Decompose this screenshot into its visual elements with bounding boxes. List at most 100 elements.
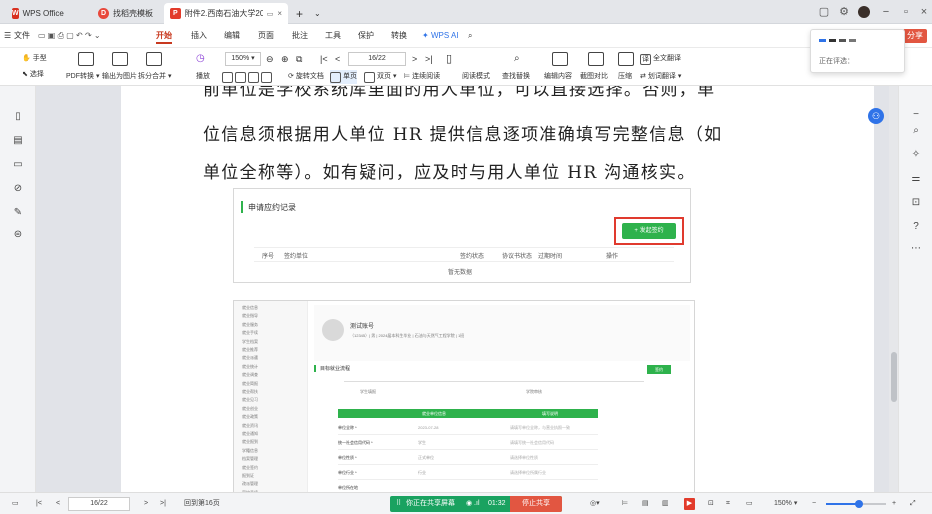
select-tool-button[interactable]: ⬉ 选择 bbox=[22, 68, 44, 82]
form-sidebar-item[interactable]: 学生档案 bbox=[242, 339, 258, 345]
zoom-slider[interactable] bbox=[826, 500, 886, 508]
maximize-icon[interactable]: ▫ bbox=[898, 4, 914, 20]
initiate-sign-button[interactable]: + 发起签约 bbox=[622, 223, 676, 239]
wps-ai-button[interactable]: ✦ WPS AI bbox=[422, 28, 459, 44]
bookmark-icon[interactable]: ▯ bbox=[11, 110, 25, 124]
menu-insert[interactable]: 插入 bbox=[191, 28, 207, 44]
collapse-icon[interactable]: − bbox=[909, 108, 923, 122]
window-close-icon[interactable]: × bbox=[916, 4, 932, 20]
rotate-button[interactable]: ⟳ 旋转文档 bbox=[288, 70, 324, 84]
form-sidebar-item[interactable]: 就业派遣 bbox=[242, 355, 258, 361]
screenshot-compare-button[interactable]: 截图对比 bbox=[580, 70, 608, 84]
ai-icon[interactable]: ✧ bbox=[909, 148, 923, 162]
tab-wps-office[interactable]: W WPS Office bbox=[6, 3, 64, 24]
last-page-icon[interactable]: >| bbox=[425, 52, 433, 66]
sidebar-toggle-icon[interactable]: ▭ bbox=[12, 498, 19, 510]
stop-share-button[interactable]: 停止共享 bbox=[510, 496, 562, 512]
zoom-select[interactable]: 150% ▾ bbox=[225, 52, 261, 66]
single-page-icon[interactable]: ▤ bbox=[642, 498, 649, 510]
form-sidebar-item[interactable]: 就业见习 bbox=[242, 397, 258, 403]
next-page-icon[interactable]: > bbox=[412, 52, 417, 66]
undo-icon[interactable]: ↶ bbox=[76, 31, 83, 40]
apply-button[interactable]: 签约 bbox=[647, 365, 671, 374]
more-icon[interactable]: ⋯ bbox=[909, 242, 923, 256]
tab-active-document[interactable]: P 附件2.西南石油大学2024届毕 ▭ × bbox=[164, 3, 288, 24]
thumbnail-icon[interactable]: ▤ bbox=[11, 134, 25, 148]
rotate-left-icon[interactable] bbox=[261, 71, 272, 83]
form-sidebar-item[interactable]: 就业创业 bbox=[242, 406, 258, 412]
form-row-value[interactable]: 正式单位 bbox=[418, 455, 434, 461]
comment-icon[interactable]: ▭ bbox=[11, 158, 25, 172]
split-merge-button[interactable]: 拆分合并 ▾ bbox=[138, 70, 172, 84]
menu-protect[interactable]: 保护 bbox=[358, 28, 374, 44]
list-icon[interactable] bbox=[839, 39, 846, 42]
signature-icon[interactable]: ✎ bbox=[11, 206, 25, 220]
prev-page-icon[interactable]: < bbox=[56, 498, 60, 510]
eye-protect-icon[interactable]: ◎▾ bbox=[590, 498, 600, 510]
fit-page-icon[interactable]: ⧉ bbox=[296, 52, 302, 66]
first-page-icon[interactable]: |< bbox=[320, 52, 328, 66]
menu-icon[interactable]: ☰ bbox=[4, 28, 11, 44]
first-page-icon[interactable]: |< bbox=[36, 498, 42, 510]
form-sidebar-item[interactable]: 就业信息 bbox=[242, 305, 258, 311]
form-sidebar-item[interactable]: 学籍信息 bbox=[242, 448, 258, 454]
fullscreen-icon[interactable]: ▭ bbox=[746, 498, 753, 510]
actual-size-icon[interactable]: ⌗ bbox=[726, 498, 730, 510]
line-style-icon[interactable] bbox=[829, 39, 836, 42]
chevron-down-icon[interactable]: ⌄ bbox=[94, 31, 101, 40]
continuous-read-button[interactable]: ⊨ 连续阅读 bbox=[404, 70, 440, 84]
search-icon[interactable]: ⌕ bbox=[468, 28, 472, 44]
form-sidebar-item[interactable]: 就业报到 bbox=[242, 439, 258, 445]
adjust-icon[interactable]: ⚌ bbox=[909, 172, 923, 186]
edit-content-button[interactable]: 编辑内容 bbox=[544, 70, 572, 84]
tab-list-button[interactable]: ⌄ bbox=[308, 3, 322, 24]
book-view-icon[interactable]: ▯ bbox=[446, 52, 452, 66]
actual-size-icon[interactable] bbox=[235, 71, 246, 83]
form-sidebar-item[interactable]: 就业统计 bbox=[242, 364, 258, 370]
form-row-value[interactable]: 2023-07-28 bbox=[418, 425, 438, 430]
form-sidebar-item[interactable]: 改派管理 bbox=[242, 481, 258, 487]
zoom-out-icon[interactable]: ⊖ bbox=[266, 52, 274, 66]
form-sidebar-item[interactable]: 就业简报 bbox=[242, 381, 258, 387]
form-sidebar-item[interactable]: 就业通知 bbox=[242, 431, 258, 437]
full-translate-button[interactable]: 译全文翻译 bbox=[640, 52, 681, 66]
settings-icon[interactable]: ⚙ bbox=[836, 4, 852, 20]
assistant-icon[interactable]: ⚇ bbox=[868, 108, 884, 124]
form-sidebar-item[interactable]: 就业签约 bbox=[242, 465, 258, 471]
review-icon[interactable]: ⊡ bbox=[909, 196, 923, 210]
compress-button[interactable]: 压缩 bbox=[618, 70, 632, 84]
menu-edit[interactable]: 编辑 bbox=[224, 28, 240, 44]
menu-home[interactable]: 开始 bbox=[156, 28, 172, 44]
menu-annotate[interactable]: 批注 bbox=[292, 28, 308, 44]
find-replace-button[interactable]: 查找替换 bbox=[502, 70, 530, 84]
attachment-icon[interactable]: ⊘ bbox=[11, 182, 25, 196]
zoom-slider-thumb[interactable] bbox=[855, 500, 863, 508]
export-image-button[interactable]: 输出为图片 bbox=[102, 70, 137, 84]
fit-height-icon[interactable] bbox=[248, 71, 259, 83]
zoom-select[interactable]: 150% ▾ bbox=[774, 498, 797, 510]
save-icon[interactable]: ▣ bbox=[48, 31, 56, 40]
vertical-scrollbar[interactable] bbox=[889, 86, 898, 492]
form-sidebar-item[interactable]: 档案管理 bbox=[242, 456, 258, 462]
form-row-value[interactable]: 行业 bbox=[418, 470, 426, 476]
share-button[interactable]: 分享 bbox=[903, 29, 927, 43]
color-swatch-icon[interactable] bbox=[819, 39, 826, 42]
help-icon[interactable]: ? bbox=[909, 220, 923, 234]
page-input[interactable]: 16/22 bbox=[68, 497, 130, 511]
grid-icon[interactable] bbox=[849, 39, 856, 42]
menu-file[interactable]: 文件 bbox=[14, 28, 30, 44]
goto-page-link[interactable]: 回到第16页 bbox=[184, 498, 220, 510]
scrollbar-thumb[interactable] bbox=[891, 352, 897, 402]
zoom-in-icon[interactable]: ⊕ bbox=[281, 52, 289, 66]
menu-convert[interactable]: 转换 bbox=[391, 28, 407, 44]
form-sidebar-item[interactable]: 就业服务 bbox=[242, 322, 258, 328]
screen-icon[interactable]: ▭ bbox=[267, 10, 274, 18]
form-sidebar-item[interactable]: 就业资讯 bbox=[242, 423, 258, 429]
fit-width-icon[interactable] bbox=[222, 71, 233, 83]
tab-docer[interactable]: D 找稻壳模板 bbox=[92, 3, 164, 24]
preview-icon[interactable]: ▢ bbox=[66, 31, 74, 40]
form-sidebar-item[interactable]: 就业指导 bbox=[242, 313, 258, 319]
menu-page[interactable]: 页面 bbox=[258, 28, 274, 44]
form-row-value[interactable]: 学生 bbox=[418, 440, 426, 446]
form-sidebar-item[interactable]: 就业调查 bbox=[242, 372, 258, 378]
